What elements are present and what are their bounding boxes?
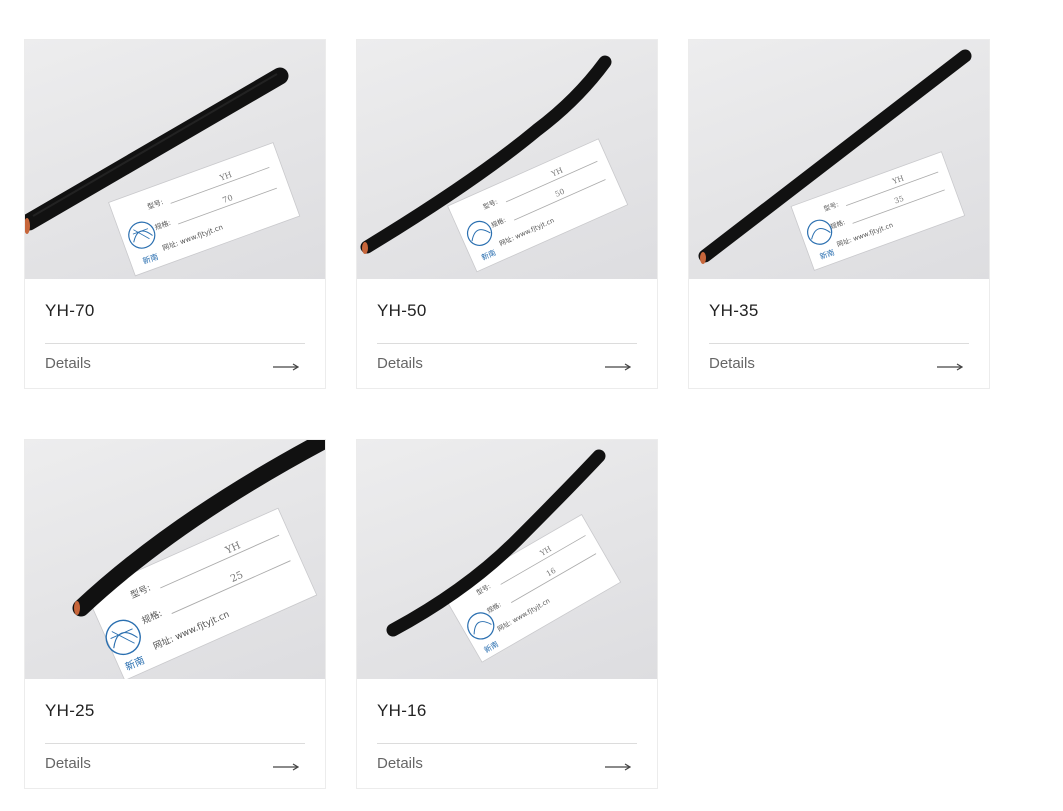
details-label: Details: [45, 755, 91, 772]
long-right-arrow-icon: [605, 763, 631, 771]
details-link[interactable]: Details: [377, 353, 637, 377]
product-card-body: YH-50 Details: [357, 279, 657, 388]
details-link[interactable]: Details: [377, 753, 637, 777]
cable-image: 型号: 规格: 网址: www.fjtyjt.cn YH 16 新南: [386, 449, 622, 663]
product-card-body: YH-35 Details: [689, 279, 989, 388]
details-link[interactable]: Details: [45, 353, 305, 377]
product-title[interactable]: YH-25: [45, 701, 95, 721]
divider: [709, 343, 969, 344]
cable-image: 型号: 规格: 网址: www.fjtyjt.cn YH 25 新南: [72, 440, 325, 679]
long-right-arrow-icon: [273, 763, 299, 771]
cable-image: 型号: 规格: 网址: www.fjtyjt.cn YH 70 新南: [25, 67, 301, 277]
details-link[interactable]: Details: [45, 753, 305, 777]
details-label: Details: [45, 355, 91, 372]
long-right-arrow-icon: [273, 363, 299, 371]
long-right-arrow-icon: [937, 363, 963, 371]
details-label: Details: [377, 355, 423, 372]
product-photo[interactable]: 型号: 规格: 网址: www.fjtyjt.cn YH 25 新南: [25, 440, 325, 679]
product-title[interactable]: YH-35: [709, 301, 759, 321]
divider: [377, 343, 637, 344]
cable-image: 型号: 规格: 网址: www.fjtyjt.cn YH 50 新南: [360, 55, 629, 273]
product-title[interactable]: YH-50: [377, 301, 427, 321]
cable-image: 型号: 规格: 网址: www.fjtyjt.cn YH 35 新南: [698, 49, 972, 271]
product-card[interactable]: 型号: 规格: 网址: www.fjtyjt.cn YH 16 新南 YH-16…: [356, 439, 658, 789]
divider: [45, 743, 305, 744]
long-right-arrow-icon: [605, 363, 631, 371]
product-card-body: YH-25 Details: [25, 679, 325, 788]
details-label: Details: [377, 755, 423, 772]
product-card-body: YH-16 Details: [357, 679, 657, 788]
details-label: Details: [709, 355, 755, 372]
divider: [45, 343, 305, 344]
product-photo[interactable]: 型号: 规格: 网址: www.fjtyjt.cn YH 35 新南: [689, 40, 989, 279]
product-card[interactable]: 型号: 规格: 网址: www.fjtyjt.cn YH 25 新南 YH-25…: [24, 439, 326, 789]
product-photo[interactable]: 型号: 规格: 网址: www.fjtyjt.cn YH 50 新南: [357, 40, 657, 279]
product-card[interactable]: 型号: 规格: 网址: www.fjtyjt.cn YH 50 新南 YH-50…: [356, 39, 658, 389]
divider: [377, 743, 637, 744]
details-link[interactable]: Details: [709, 353, 969, 377]
product-card[interactable]: 型号: 规格: 网址: www.fjtyjt.cn YH 70 新南 YH-70: [24, 39, 326, 389]
product-card-body: YH-70 Details: [25, 279, 325, 388]
product-photo[interactable]: 型号: 规格: 网址: www.fjtyjt.cn YH 16 新南: [357, 440, 657, 679]
product-photo[interactable]: 型号: 规格: 网址: www.fjtyjt.cn YH 70 新南: [25, 40, 325, 279]
product-title[interactable]: YH-16: [377, 701, 427, 721]
product-card[interactable]: 型号: 规格: 网址: www.fjtyjt.cn YH 35 新南 YH-35…: [688, 39, 990, 389]
product-title[interactable]: YH-70: [45, 301, 95, 321]
